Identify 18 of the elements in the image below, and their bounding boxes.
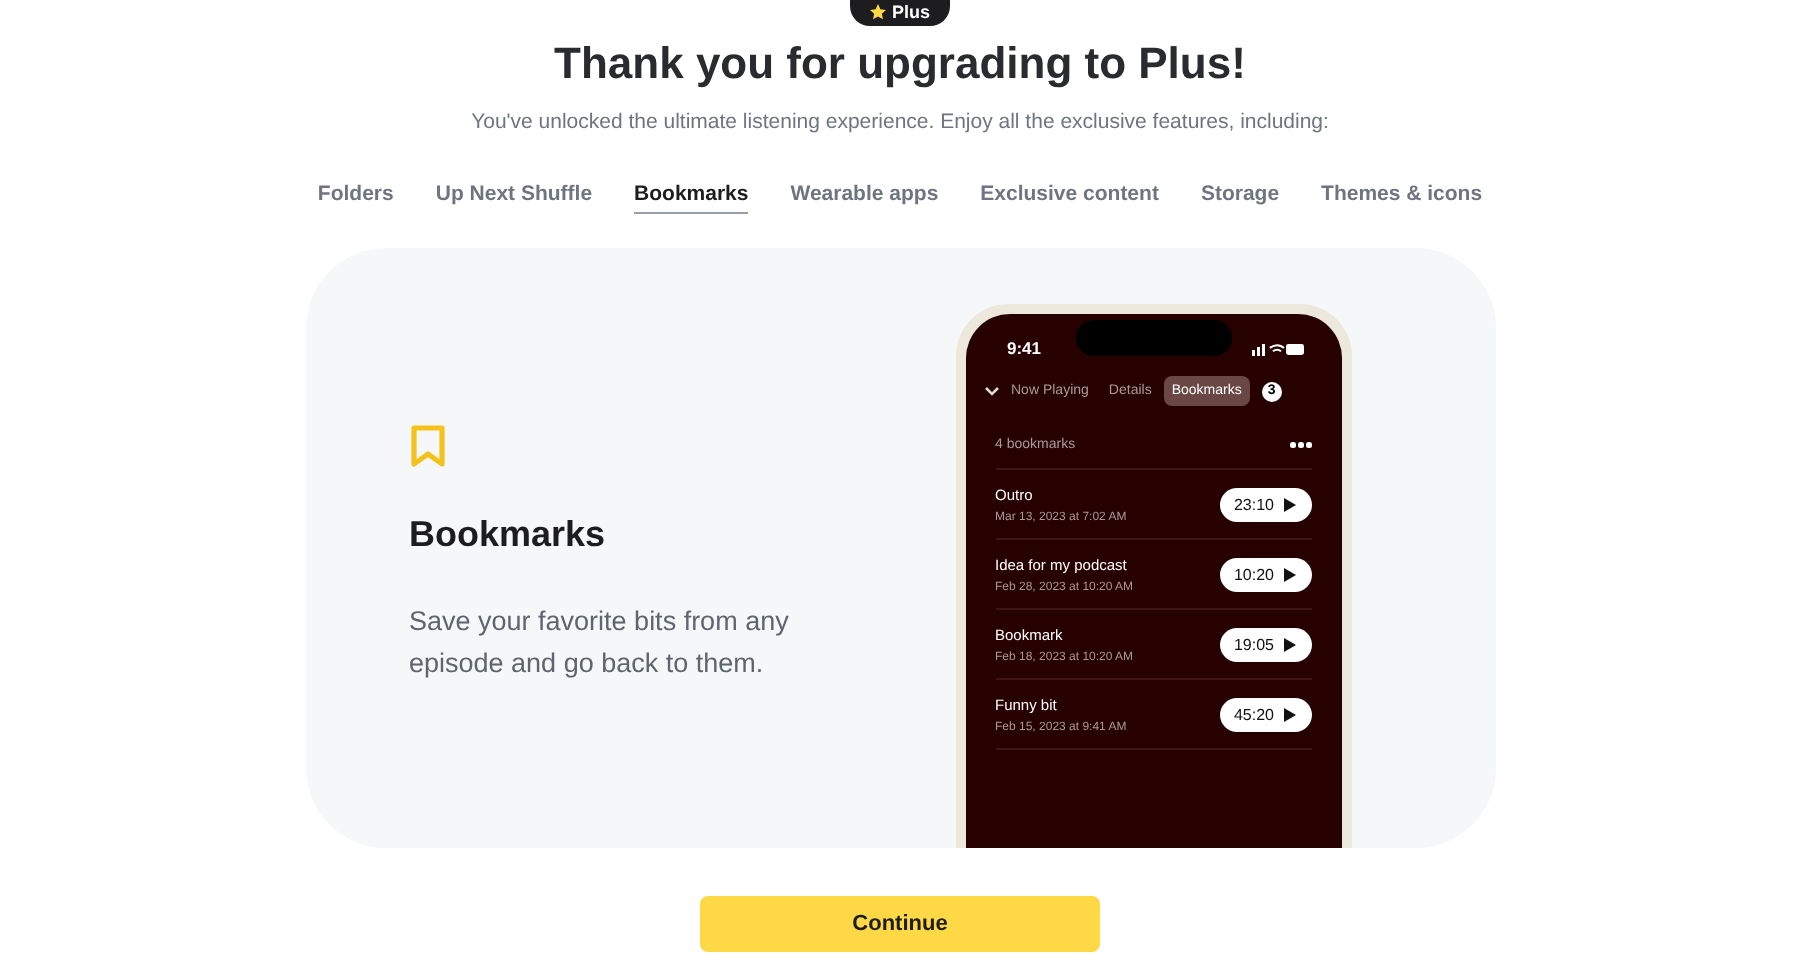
feature-title: Bookmarks [409, 514, 608, 556]
play-bookmark-button[interactable]: 45:20 [1219, 697, 1311, 731]
play-bookmark-button[interactable]: 23:10 [1219, 487, 1311, 521]
feature-tab[interactable]: Folders [317, 182, 394, 214]
feature-description: Save your favorite bits from any episode and go back to them. [409, 604, 791, 682]
feature-tab[interactable]: Wearable apps [790, 182, 939, 214]
continue-button[interactable]: Continue [700, 896, 1100, 952]
play-bookmark-button[interactable]: 19:05 [1219, 627, 1311, 661]
feature-tab[interactable]: Exclusive content [980, 182, 1159, 214]
page-subtitle: You've unlocked the ultimate listening experience. Enjoy all the exclusive features, including: [471, 110, 1329, 134]
feature-tab[interactable]: Storage [1200, 182, 1280, 214]
feature-tab[interactable]: Up Next Shuffle [435, 182, 593, 214]
status-time: 9:41 [1007, 338, 1042, 358]
feature-tab[interactable]: Themes & icons [1321, 182, 1483, 214]
feature-tab[interactable]: Bookmarks [634, 182, 749, 214]
badge-label: Plus [891, 2, 930, 22]
page-title: Thank you for upgrading to Plus! [554, 38, 1246, 90]
play-bookmark-button[interactable]: 10:20 [1219, 557, 1311, 591]
